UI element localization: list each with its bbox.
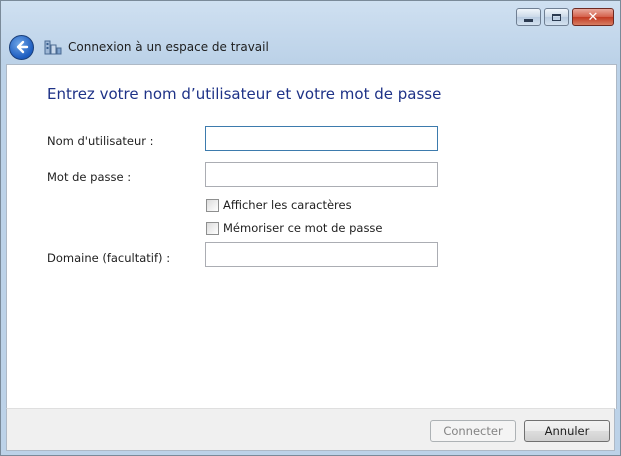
username-label: Nom d'utilisateur : [47,134,154,148]
form-panel: Entrez votre nom d’utilisateur et votre … [6,64,617,409]
minimize-icon [524,18,533,22]
username-input[interactable] [205,126,438,151]
page-heading: Entrez votre nom d’utilisateur et votre … [47,85,442,103]
back-button[interactable] [9,34,34,60]
minimize-button[interactable] [516,8,541,26]
password-label: Mot de passe : [47,170,132,184]
workspace-icon [44,40,62,55]
dialog-window: ✕ Connexion à un espace de travail Entre… [0,0,621,456]
domain-input[interactable] [205,242,438,267]
window-title: Connexion à un espace de travail [68,40,269,54]
maximize-button[interactable] [544,8,569,26]
remember-password-checkbox[interactable] [206,221,219,235]
show-characters-option[interactable]: Afficher les caractères [206,198,352,212]
show-characters-label: Afficher les caractères [223,198,352,212]
remember-password-option[interactable]: Mémoriser ce mot de passe [206,221,383,235]
back-arrow-icon [16,40,28,54]
maximize-icon [552,13,561,21]
close-icon: ✕ [587,9,599,25]
wizard-header: Connexion à un espace de travail [9,33,269,61]
show-characters-checkbox[interactable] [206,198,219,212]
connect-button[interactable]: Connecter [430,420,516,442]
close-button[interactable]: ✕ [572,8,614,26]
caption-buttons: ✕ [516,8,614,26]
cancel-button[interactable]: Annuler [524,420,610,442]
domain-label: Domaine (facultatif) : [47,251,171,265]
password-input[interactable] [205,162,438,187]
button-bar: Connecter Annuler [6,408,615,451]
remember-password-label: Mémoriser ce mot de passe [223,221,383,235]
